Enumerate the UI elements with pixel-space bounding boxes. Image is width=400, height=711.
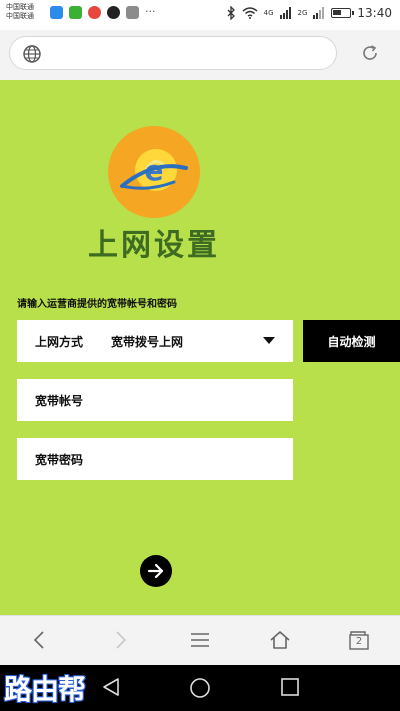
tabs-count: 2 [355, 636, 363, 647]
carrier-line-1: 中国联通 [6, 3, 34, 11]
wechat-icon [69, 6, 82, 19]
weibo-icon [88, 6, 101, 19]
dropdown-caret-icon [263, 337, 275, 344]
system-status: 4G 2G 13:40 [226, 6, 392, 20]
signal-icon-2 [313, 7, 325, 19]
notification-icons: ··· [50, 6, 156, 19]
menu-icon[interactable] [190, 630, 210, 650]
connection-type-select[interactable]: 上网方式 宽带拨号上网 [17, 320, 293, 362]
more-notifications-icon: ··· [145, 5, 156, 18]
globe-icon [23, 45, 41, 63]
status-bar: 中国联通 中国联通 ··· 4G 2G 13:40 [0, 0, 400, 30]
arrow-right-icon [147, 563, 164, 579]
carrier-line-2: 中国联通 [6, 12, 34, 20]
setup-page: e 上网设置 请输入运营商提供的宽带帐号和密码 上网方式 宽带拨号上网 自动检测… [0, 80, 400, 615]
next-button[interactable] [140, 555, 172, 587]
back-icon[interactable] [30, 630, 50, 650]
reload-icon[interactable] [360, 43, 380, 63]
battery-level [333, 10, 342, 15]
browser-address-area [0, 30, 400, 80]
broadband-account-placeholder: 宽带帐号 [35, 393, 84, 408]
tabs-icon[interactable]: 2 [348, 629, 370, 651]
nav-home-icon[interactable] [189, 677, 211, 699]
browser-toolbar: 2 [0, 615, 400, 665]
broadband-password-input[interactable]: 宽带密码 [17, 438, 293, 480]
wifi-icon [242, 7, 258, 19]
home-icon[interactable] [269, 630, 291, 650]
network-4g-label: 4G [263, 9, 274, 17]
app-notification-icon [50, 6, 63, 19]
battery-icon [331, 8, 355, 18]
clock: 13:40 [357, 6, 392, 20]
app-logo-icon: e [108, 126, 200, 218]
qq-icon [107, 6, 120, 19]
watermark-logo: 路由帮 [4, 673, 86, 706]
auto-detect-button[interactable]: 自动检测 [303, 320, 400, 362]
connection-type-label: 上网方式 [35, 334, 84, 349]
forward-icon[interactable] [110, 630, 130, 650]
nav-back-icon[interactable] [101, 677, 121, 697]
android-nav-bar: 路由帮 [0, 665, 400, 711]
connection-type-value: 宽带拨号上网 [111, 334, 184, 349]
instruction-text: 请输入运营商提供的宽带帐号和密码 [17, 299, 177, 310]
network-2g-label: 2G [297, 9, 308, 17]
url-input[interactable] [9, 36, 337, 70]
carrier-info: 中国联通 中国联通 [6, 3, 34, 21]
page-title: 上网设置 [88, 228, 220, 263]
bluetooth-icon [227, 6, 235, 20]
broadband-password-placeholder: 宽带密码 [35, 452, 84, 467]
signal-icon-1 [279, 7, 291, 19]
nav-recent-icon[interactable] [280, 677, 300, 697]
image-notification-icon [126, 6, 139, 19]
broadband-account-input[interactable]: 宽带帐号 [17, 379, 293, 421]
